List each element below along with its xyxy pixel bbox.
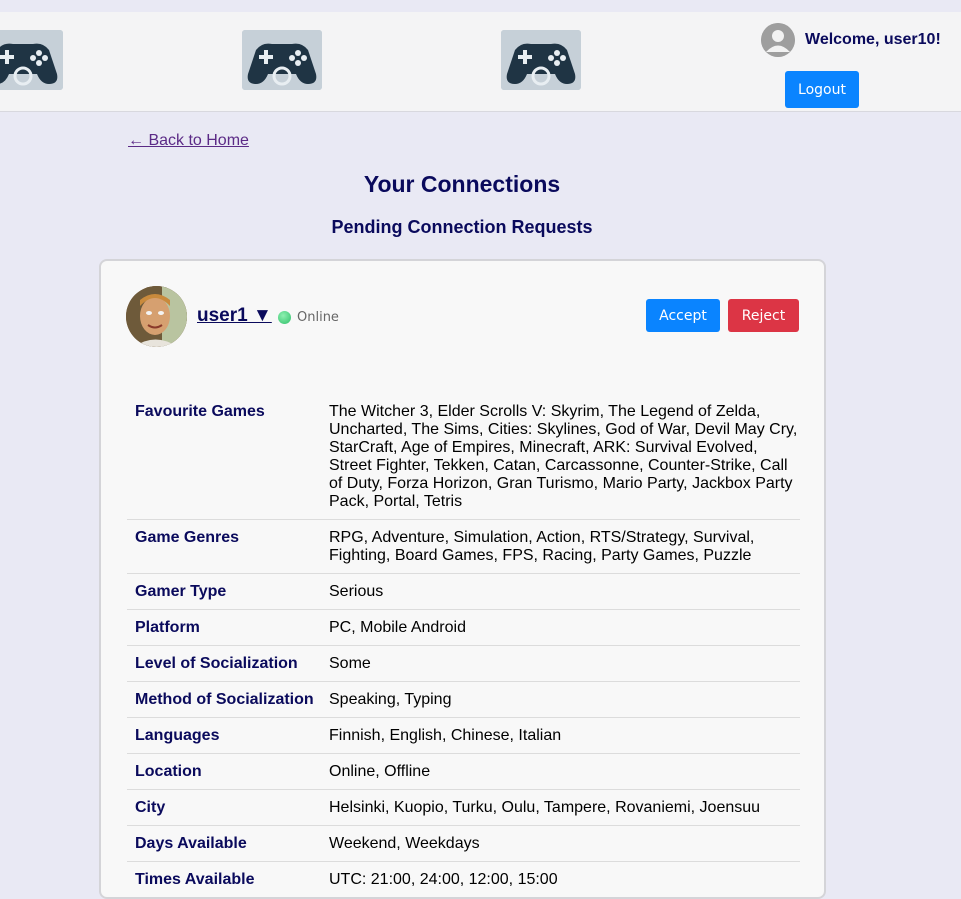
detail-label: Game Genres	[135, 529, 240, 546]
detail-label: Favourite Games	[135, 403, 265, 420]
welcome-text: Welcome, user10!	[805, 31, 941, 48]
profile-details-table: Favourite Games The Witcher 3, Elder Scro…	[127, 394, 800, 897]
detail-value: UTC: 21:00, 24:00, 12:00, 15:00	[329, 871, 558, 888]
detail-row: Game Genres RPG, Adventure, Simulation, A…	[127, 520, 800, 574]
user-area: Welcome, user10! Logout	[761, 23, 941, 108]
online-status-icon	[278, 311, 291, 324]
detail-value: RPG, Adventure, Simulation, Action, RTS/…	[329, 529, 755, 564]
detail-label: Days Available	[135, 835, 247, 852]
detail-value: Some	[329, 655, 371, 672]
user-avatar-icon[interactable]	[761, 23, 795, 57]
detail-row: City Helsinki, Kuopio, Turku, Oulu, Tampe…	[127, 790, 800, 826]
detail-value: Online, Offline	[329, 763, 431, 780]
detail-value: Speaking, Typing	[329, 691, 452, 708]
detail-value: Helsinki, Kuopio, Turku, Oulu, Tampere, …	[329, 799, 761, 816]
detail-value: Serious	[329, 583, 384, 600]
logout-button[interactable]: Logout	[785, 71, 859, 108]
detail-label: Platform	[135, 619, 200, 636]
detail-label: Level of Socialization	[135, 655, 298, 672]
detail-row: Favourite Games The Witcher 3, Elder Scro…	[127, 394, 800, 520]
detail-row: Location Online, Offline	[127, 754, 800, 790]
connection-request-card: user1 ▼ Online Accept Reject Favourite G…	[99, 259, 826, 899]
accept-button[interactable]: Accept	[646, 299, 720, 332]
detail-label: Location	[135, 763, 202, 780]
gamepad-logo-icon[interactable]	[501, 30, 581, 90]
detail-row: Method of Socialization Speaking, Typing	[127, 682, 800, 718]
profile-avatar[interactable]	[126, 286, 187, 347]
detail-row: Times Available UTC: 21:00, 24:00, 12:00,…	[127, 862, 800, 897]
detail-value: PC, Mobile Android	[329, 619, 466, 636]
detail-row: Days Available Weekend, Weekdays	[127, 826, 800, 862]
detail-value: The Witcher 3, Elder Scrolls V: Skyrim, …	[329, 403, 798, 510]
detail-value: Weekend, Weekdays	[329, 835, 480, 852]
back-to-home-link[interactable]: ← Back to Home	[128, 132, 249, 150]
reject-button[interactable]: Reject	[728, 299, 799, 332]
detail-row: Languages Finnish, English, Chinese, Ital…	[127, 718, 800, 754]
page-title: Your Connections	[363, 171, 561, 197]
detail-label: Languages	[135, 727, 220, 744]
detail-row: Platform PC, Mobile Android	[127, 610, 800, 646]
detail-label: Gamer Type	[135, 583, 227, 600]
detail-label: City	[135, 799, 166, 816]
gamepad-logo-icon[interactable]	[0, 30, 63, 90]
section-title: Pending Connection Requests	[331, 217, 593, 237]
detail-value: Finnish, English, Chinese, Italian	[329, 727, 562, 744]
top-header: Welcome, user10! Logout	[0, 12, 961, 112]
detail-label: Times Available	[135, 871, 255, 888]
detail-row: Gamer Type Serious	[127, 574, 800, 610]
detail-label: Method of Socialization	[135, 691, 314, 708]
username-dropdown[interactable]: user1 ▼	[197, 305, 272, 327]
status-text: Online	[297, 310, 339, 325]
detail-row: Level of Socialization Some	[127, 646, 800, 682]
gamepad-logo-icon[interactable]	[242, 30, 322, 90]
